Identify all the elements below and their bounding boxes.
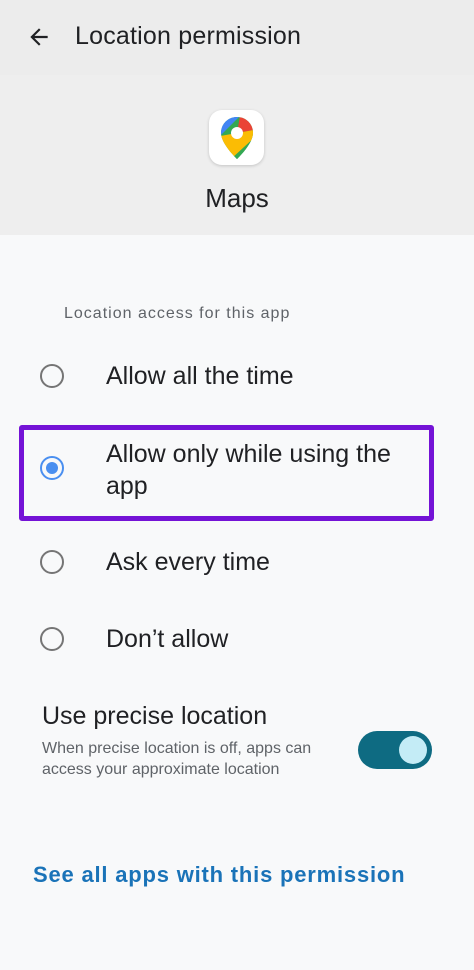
option-dont-allow[interactable]: Don’t allow [0,623,474,657]
radio-button[interactable] [40,364,64,388]
radio-button[interactable] [40,550,64,574]
option-allow-while-using[interactable]: Allow only while using the app [0,438,474,504]
google-maps-icon [220,116,253,159]
see-all-apps-link[interactable]: See all apps with this permission [33,862,405,888]
arrow-left-icon [30,28,48,46]
precise-location-toggle[interactable] [358,731,432,769]
radio-button-selected[interactable] [40,456,64,480]
option-label: Ask every time [106,548,270,576]
toggle-knob [399,736,427,764]
section-label: Location access for this app [64,305,291,322]
app-icon [209,110,264,165]
option-allow-all-the-time[interactable]: Allow all the time [0,360,474,394]
precise-location-title: Use precise location [42,702,268,730]
option-label: Allow only while using the app [106,440,391,500]
radio-button[interactable] [40,627,64,651]
page-title: Location permission [75,22,302,50]
option-ask-every-time[interactable]: Ask every time [0,546,474,580]
precise-location-description: When precise location is off, apps can a… [42,740,312,778]
option-label: Don’t allow [106,625,229,653]
top-app-bar: Location permission [0,0,474,75]
back-button[interactable] [22,20,56,54]
app-name: Maps [205,183,269,213]
option-label: Allow all the time [106,362,294,390]
